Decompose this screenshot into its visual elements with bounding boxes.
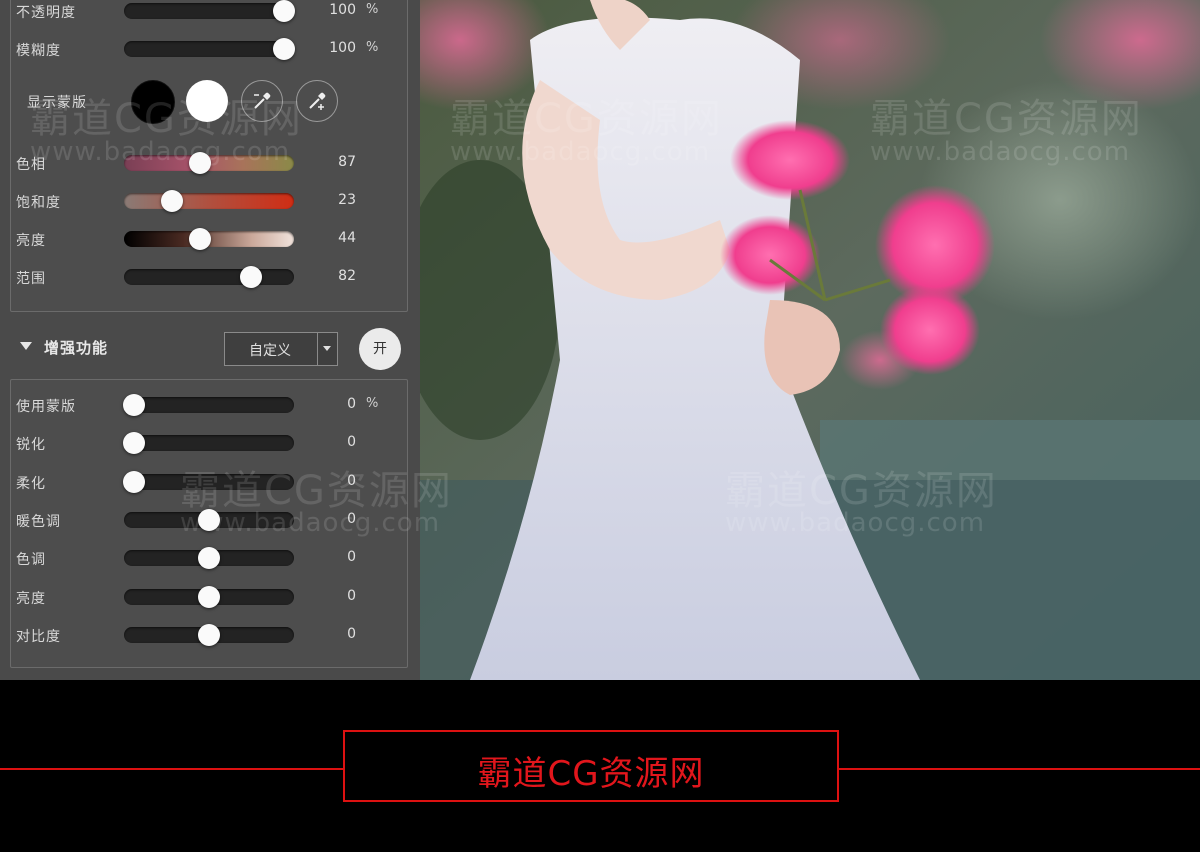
preset-value: 自定义: [249, 343, 291, 359]
slider-value: 0: [347, 587, 356, 604]
slider-track[interactable]: [124, 266, 294, 288]
app-stage: 不透明度 100% 模糊度 100% 显示蒙版 色相 87 饱和度 23 亮度 44 范围 82 增…: [0, 0, 1200, 680]
slider-unit: %: [366, 2, 379, 17]
slider-label: 亮度: [16, 233, 46, 249]
slider-row: 饱和度 23: [0, 190, 396, 214]
slider-track[interactable]: [124, 623, 294, 646]
slider-row: 不透明度 100%: [0, 0, 396, 24]
enhance-preset-select[interactable]: 自定义: [224, 332, 338, 366]
slider-row: 锐化 0: [0, 432, 396, 456]
slider-value: 82: [338, 268, 356, 284]
slider-label: 范围: [16, 271, 46, 287]
slider-value: 0: [347, 396, 356, 412]
slider-value: 0: [347, 625, 356, 642]
slider-row: 对比度 0: [0, 623, 396, 648]
slider-handle[interactable]: [123, 394, 145, 416]
slider-row: 亮度 0: [0, 585, 396, 610]
enhance-title: 增强功能: [44, 339, 109, 357]
slider-handle[interactable]: [198, 585, 220, 608]
slider-value: 44: [338, 230, 356, 246]
chevron-down-icon: [323, 346, 331, 351]
watermark-url: www.badaocg.com: [870, 137, 1131, 167]
slider-handle[interactable]: [123, 470, 145, 493]
slider-label: 不透明度: [16, 5, 76, 21]
slider-unit: %: [366, 40, 379, 55]
slider-track[interactable]: [124, 547, 294, 570]
slider-label: 柔化: [16, 475, 46, 492]
slider-handle[interactable]: [198, 623, 220, 646]
watermark-url: www.badaocg.com: [30, 137, 291, 167]
slider-track[interactable]: [123, 394, 294, 416]
slider-label: 色调: [16, 552, 46, 569]
slider-row: 亮度 44: [0, 228, 396, 252]
slider-handle[interactable]: [273, 38, 295, 60]
slider-label: 对比度: [16, 628, 61, 645]
brand-title: 霸道CG资源网: [477, 754, 705, 794]
slider-unit: %: [366, 396, 379, 411]
slider-value: 23: [338, 192, 356, 208]
slider-value: 0: [347, 434, 356, 451]
slider-handle[interactable]: [198, 547, 220, 570]
slider-value: 0: [347, 549, 356, 566]
watermark-url: www.badaocg.com: [725, 508, 986, 538]
slider-label: 亮度: [16, 590, 46, 607]
collapse-triangle-icon[interactable]: [20, 342, 32, 350]
slider-track[interactable]: [124, 0, 295, 22]
slider-row: 色调 0: [0, 547, 396, 571]
slider-handle[interactable]: [240, 266, 262, 288]
banner-line-left: [0, 768, 343, 770]
slider-track[interactable]: [124, 190, 294, 212]
slider-label: 模糊度: [16, 43, 61, 59]
slider-track[interactable]: [124, 38, 295, 60]
watermark-url: www.badaocg.com: [450, 137, 711, 167]
watermark-url: www.badaocg.com: [180, 508, 441, 538]
dropdown-divider: [317, 333, 318, 365]
watermark-text: 霸道CG资源网: [870, 96, 1143, 142]
slider-label: 使用蒙版: [16, 399, 76, 415]
enhance-section-header: 增强功能 自定义 开: [0, 326, 420, 372]
slider-label: 暖色调: [16, 513, 61, 530]
slider-handle[interactable]: [189, 228, 211, 250]
slider-label: 饱和度: [16, 195, 61, 211]
brand-box: 霸道CG资源网: [343, 730, 839, 802]
enhance-toggle-button[interactable]: 开: [359, 328, 401, 370]
slider-handle[interactable]: [273, 0, 295, 22]
slider-row: 使用蒙版 0%: [0, 394, 396, 418]
slider-value: 100: [329, 40, 356, 56]
watermark-text: 霸道CG资源网: [30, 96, 303, 142]
watermark-text: 霸道CG资源网: [450, 96, 723, 142]
slider-value: 87: [338, 154, 356, 170]
slider-handle[interactable]: [123, 432, 145, 455]
slider-value: 100: [329, 2, 356, 18]
slider-row: 模糊度 100%: [0, 38, 396, 62]
slider-row: 范围 82: [0, 266, 396, 290]
slider-label: 锐化: [16, 437, 46, 454]
slider-track[interactable]: [124, 228, 294, 250]
slider-track[interactable]: [124, 585, 294, 608]
slider-track[interactable]: [123, 432, 294, 455]
slider-handle[interactable]: [160, 190, 183, 212]
banner-line-right: [839, 768, 1200, 770]
